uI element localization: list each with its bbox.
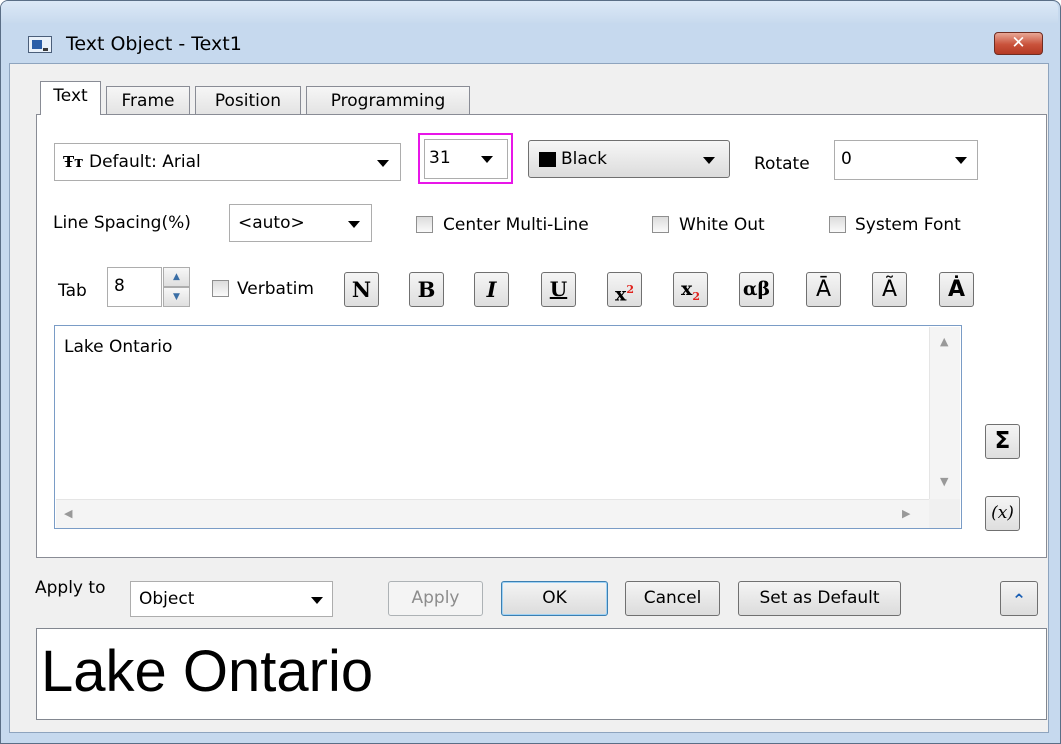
tab-frame[interactable]: Frame [106, 86, 190, 116]
variable-button[interactable]: (x) [985, 496, 1020, 531]
italic-button[interactable]: I [474, 272, 509, 307]
tilde-button[interactable]: Ã [872, 272, 907, 307]
app-icon [28, 36, 52, 53]
superscript-button[interactable]: x2 [607, 272, 642, 307]
chevron-down-icon [703, 157, 715, 164]
horizontal-scrollbar[interactable]: ◀ ▶ [56, 499, 929, 528]
rotate-combo[interactable]: 0 [834, 140, 978, 180]
chevron-down-icon [348, 221, 360, 228]
vertical-scrollbar[interactable]: ▲ ▼ [929, 327, 960, 499]
scroll-up-icon[interactable]: ▲ [940, 335, 948, 348]
subscript-button[interactable]: x2 [673, 272, 708, 307]
apply-button[interactable]: Apply [388, 581, 483, 616]
color-swatch [539, 152, 556, 167]
subscript-mark: 2 [692, 289, 700, 303]
bold-button[interactable]: B [409, 272, 444, 307]
spinner-down-icon[interactable]: ▼ [163, 287, 190, 307]
tab-spinner-value: 8 [114, 276, 125, 296]
subscript-label: x [681, 278, 693, 300]
preview-text: Lake Ontario [41, 639, 374, 704]
rotate-value: 0 [841, 149, 852, 169]
text-preview: Lake Ontario [36, 628, 1047, 720]
font-size-value: 31 [429, 148, 451, 168]
chevron-down-icon [377, 160, 389, 167]
cancel-button[interactable]: Cancel [625, 581, 720, 616]
verbatim-label: Verbatim [237, 279, 314, 299]
normal-button[interactable]: N [344, 272, 379, 307]
editor-text[interactable]: Lake Ontario [64, 336, 172, 358]
font-size-combo[interactable]: 31 [424, 139, 508, 179]
window-title: Text Object - Text1 [66, 33, 242, 55]
superscript-mark: 2 [626, 283, 634, 296]
scroll-corner [929, 499, 960, 528]
center-multiline-checkbox[interactable] [416, 216, 433, 233]
system-font-label: System Font [855, 215, 961, 235]
chevron-down-icon [311, 597, 323, 604]
dot-accent-button[interactable]: Ȧ [939, 272, 974, 307]
line-spacing-value: <auto> [238, 213, 305, 233]
title-bar[interactable] [1, 1, 1058, 23]
tab-position[interactable]: Position [195, 86, 301, 116]
scroll-down-icon[interactable]: ▼ [940, 475, 948, 488]
chevron-down-icon [481, 156, 493, 163]
text-editor[interactable]: Lake Ontario ▲ ▼ ◀ ▶ [54, 325, 962, 529]
close-button[interactable]: ✕ [994, 32, 1043, 55]
center-multiline-label: Center Multi-Line [443, 215, 589, 235]
tab-label: Tab [58, 281, 87, 301]
superscript-label: x [615, 283, 627, 306]
apply-to-combo[interactable]: Object [130, 581, 333, 617]
greek-button[interactable]: αβ [739, 272, 774, 307]
set-as-default-button[interactable]: Set as Default [738, 581, 901, 616]
color-value: Black [561, 149, 607, 169]
system-font-checkbox[interactable] [829, 216, 846, 233]
font-combo[interactable]: Ŧт Default: Arial [54, 143, 401, 181]
line-spacing-label: Line Spacing(%) [53, 213, 191, 233]
apply-to-label: Apply to [35, 578, 106, 598]
scroll-right-icon[interactable]: ▶ [902, 507, 910, 520]
chevron-down-icon [955, 157, 967, 164]
tab-text[interactable]: Text [40, 81, 101, 115]
scroll-left-icon[interactable]: ◀ [64, 507, 72, 520]
white-out-checkbox[interactable] [652, 216, 669, 233]
overbar-button[interactable]: Ā [806, 272, 841, 307]
apply-to-value: Object [139, 589, 195, 609]
collapse-up-icon[interactable]: ⌃ [1000, 581, 1038, 616]
tab-spinner-input[interactable]: 8 [107, 267, 162, 307]
spinner-up-icon[interactable]: ▲ [163, 267, 190, 287]
underline-button[interactable]: U [541, 272, 576, 307]
line-spacing-combo[interactable]: <auto> [229, 204, 372, 242]
rotate-label: Rotate [754, 154, 810, 174]
verbatim-checkbox[interactable] [212, 280, 229, 297]
white-out-label: White Out [679, 215, 765, 235]
tab-programming[interactable]: Programming [306, 86, 470, 116]
sigma-button[interactable]: Σ [985, 424, 1020, 459]
font-combo-value: Default: Arial [89, 152, 201, 172]
color-combo[interactable]: Black [528, 140, 730, 178]
font-icon: Ŧт [63, 153, 84, 171]
ok-button[interactable]: OK [501, 581, 608, 616]
